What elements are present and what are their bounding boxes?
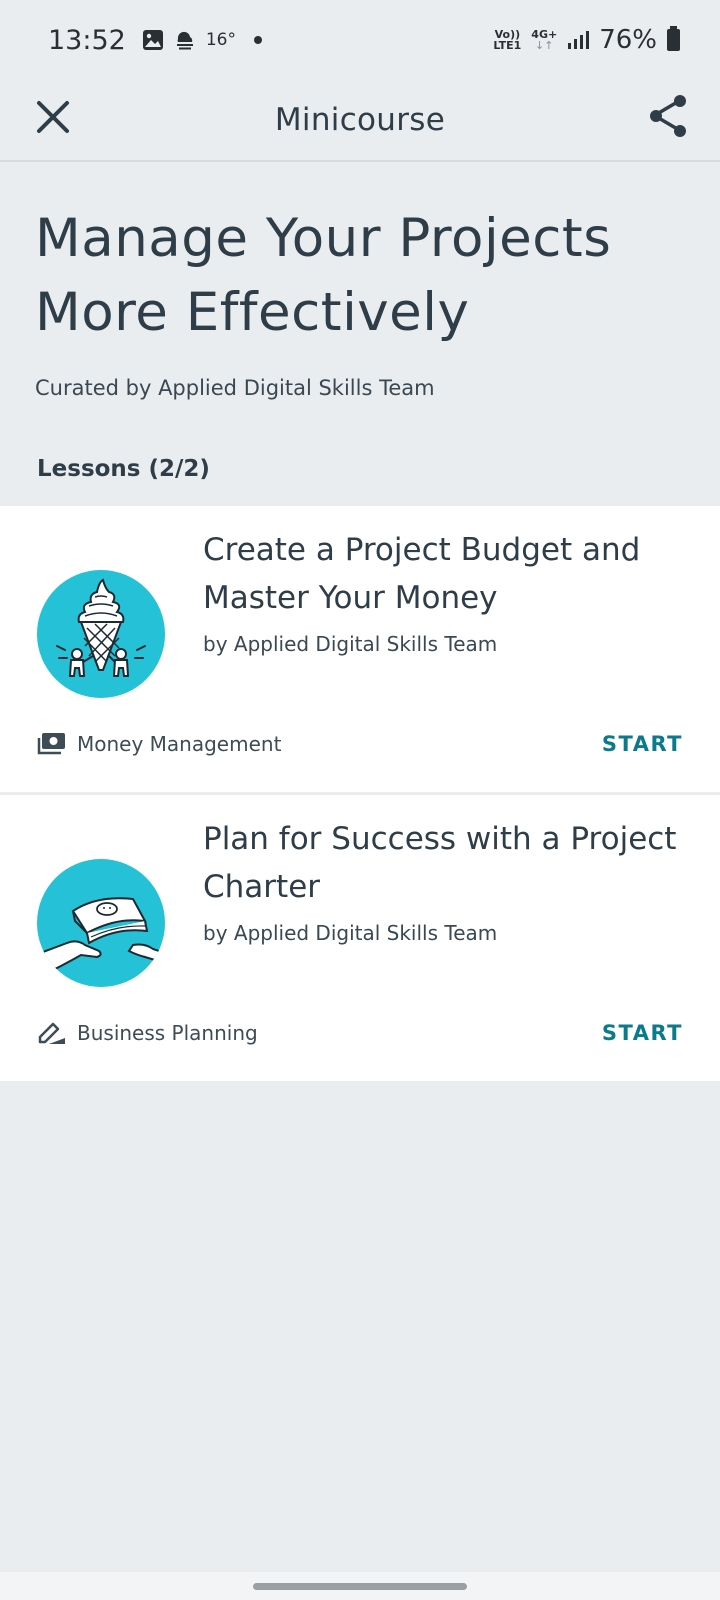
status-bar: 13:52 16° Vo)) LTE1 4G+ ↓↑ 76%: [0, 0, 720, 80]
course-title: Manage Your Projects More Effectively: [35, 202, 695, 350]
lesson-category: Business Planning: [77, 1021, 258, 1045]
app-bar: Minicourse: [0, 80, 720, 162]
lesson-title: Plan for Success with a Project Charter: [203, 821, 677, 905]
signal-icon: [568, 31, 590, 49]
money-icon: [37, 733, 65, 755]
share-icon: [650, 95, 686, 137]
lesson-footer: Money Management START: [37, 724, 683, 764]
status-time: 13:52: [48, 24, 126, 56]
lesson-category: Money Management: [77, 732, 282, 756]
data-arrows-icon: ↓↑: [535, 39, 554, 52]
start-button[interactable]: START: [602, 1021, 683, 1045]
share-button[interactable]: [646, 92, 690, 140]
lesson-card[interactable]: Create a Project Budget and Master Your …: [0, 506, 720, 792]
course-title-line1: Manage Your Projects: [35, 208, 612, 269]
lesson-thumbnail: [37, 570, 165, 698]
lesson-thumbnail: [37, 859, 165, 987]
lesson-title: Create a Project Budget and Master Your …: [203, 532, 641, 616]
book-handoff-illustration: [37, 897, 165, 976]
status-right: Vo)) LTE1 4G+ ↓↑ 76%: [493, 25, 680, 55]
home-indicator[interactable]: [253, 1583, 467, 1590]
network-type-indicator: 4G+ ↓↑: [531, 29, 557, 51]
course-title-line2: More Effectively: [35, 282, 470, 343]
gallery-icon: [142, 30, 163, 50]
weather-icon: [176, 31, 193, 50]
battery-percentage: 76%: [599, 25, 657, 55]
close-icon: [37, 101, 69, 133]
lesson-footer: Business Planning START: [37, 1013, 683, 1053]
curated-by: Curated by Applied Digital Skills Team: [35, 376, 435, 400]
notification-dot: [253, 36, 262, 44]
app-bar-title: Minicourse: [274, 102, 446, 138]
battery-icon: [667, 26, 680, 51]
lessons-count-heading: Lessons (2/2): [37, 456, 210, 482]
lesson-card[interactable]: Plan for Success with a Project Charter …: [0, 795, 720, 1081]
status-temperature: 16°: [205, 30, 236, 50]
status-left: 13:52 16°: [48, 25, 262, 56]
ice-cream-illustration: [56, 578, 146, 677]
start-button[interactable]: START: [602, 732, 683, 756]
pen-icon: [38, 1022, 65, 1044]
close-button[interactable]: [30, 94, 76, 140]
volte-bottom-label: LTE1: [493, 39, 522, 52]
lesson-author: by Applied Digital Skills Team: [203, 921, 498, 945]
lesson-author: by Applied Digital Skills Team: [203, 632, 498, 656]
volte-indicator: Vo)) LTE1: [493, 29, 521, 51]
